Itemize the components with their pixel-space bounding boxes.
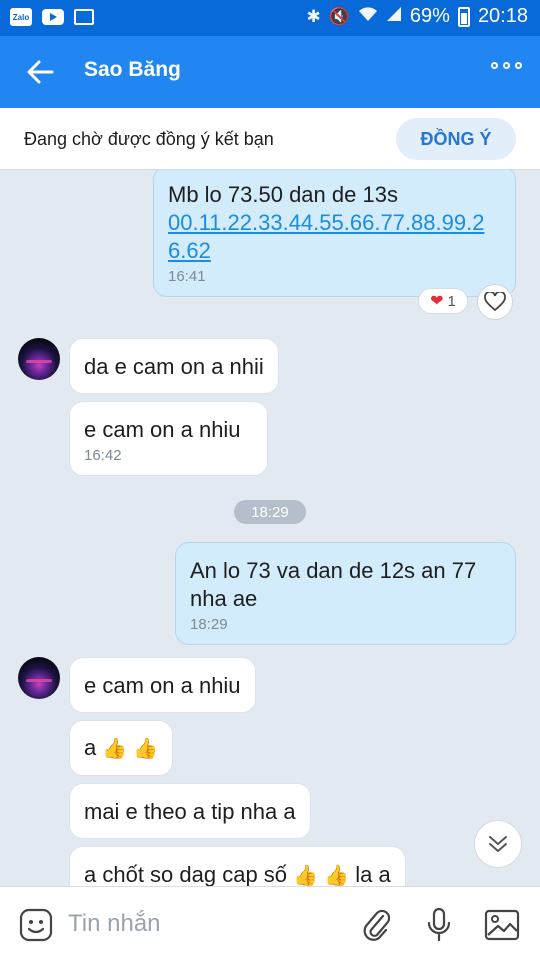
message-list[interactable]: Mb lo 73.50 dan de 13s 00.11.22.33.44.55… [0, 170, 540, 886]
attach-button[interactable] [356, 905, 396, 945]
message-text: e cam on a nhiu [84, 417, 241, 442]
thumbs-up-emoji: 👍 [102, 738, 128, 761]
microphone-icon [427, 907, 451, 942]
composer-bar [0, 886, 540, 960]
arrow-left-icon [27, 60, 54, 84]
sticker-button[interactable] [16, 905, 56, 945]
time-divider: 18:29 [234, 500, 306, 524]
battery-icon [457, 6, 470, 27]
message-link[interactable]: 00.11.22.33.44.55.66.77.88.99.26.62 [168, 209, 501, 265]
image-icon [484, 909, 520, 941]
status-bar: Zalo ✱ 🔇 69% 20:18 [0, 0, 540, 36]
zalo-app-icon: Zalo [10, 8, 32, 26]
heart-outline-icon [484, 292, 506, 312]
heart-icon: ❤ [430, 293, 444, 310]
chevron-double-down-icon [489, 836, 507, 852]
chat-header: Sao Băng [0, 36, 540, 108]
pending-status-text: Đang chờ được đồng ý kết bạn [24, 129, 274, 149]
incoming-message[interactable]: da e cam on a nhii [69, 338, 279, 394]
thumbs-up-emoji: 👍 [133, 738, 159, 761]
gallery-notification-icon [74, 9, 94, 25]
message-time: 18:29 [190, 616, 228, 633]
contact-name[interactable]: Sao Băng [84, 58, 181, 82]
message-text: la a [355, 862, 391, 886]
image-button[interactable] [482, 905, 522, 945]
react-button[interactable] [477, 284, 513, 320]
message-text: An lo 73 va dan de 12s an 77 nha ae [190, 558, 477, 611]
message-input[interactable] [68, 907, 338, 941]
friend-request-bar: Đang chờ được đồng ý kết bạn ĐỒNG Ý [0, 108, 540, 170]
thumbs-up-emoji: 👍 [324, 865, 350, 886]
bluetooth-icon: ✱ [306, 6, 321, 26]
incoming-message[interactable]: e cam on a nhiu [69, 657, 256, 713]
message-time: 16:41 [168, 268, 206, 285]
back-button[interactable] [20, 54, 60, 90]
accept-friend-button[interactable]: ĐỒNG Ý [396, 118, 516, 160]
thumbs-up-emoji: 👍 [293, 865, 319, 886]
wifi-icon [358, 6, 378, 27]
reaction-summary[interactable]: ❤ 1 [418, 288, 468, 314]
incoming-message[interactable]: mai e theo a tip nha a [69, 783, 311, 839]
message-text: mai e theo a tip nha a [84, 799, 296, 824]
incoming-message[interactable]: e cam on a nhiu 16:42 [69, 401, 268, 476]
youtube-icon [42, 9, 64, 25]
more-options-button[interactable] [491, 62, 522, 69]
more-horizontal-icon [491, 62, 498, 69]
sticker-icon [19, 908, 53, 942]
reaction-count: 1 [447, 292, 456, 310]
signal-icon [386, 6, 402, 27]
outgoing-message[interactable]: An lo 73 va dan de 12s an 77 nha ae 18:2… [175, 542, 516, 645]
paperclip-icon [363, 909, 391, 941]
avatar[interactable] [18, 338, 60, 380]
message-text: Mb lo 73.50 dan de 13s [168, 182, 398, 207]
incoming-message[interactable]: a chốt so dag cap số 👍 👍 la a [69, 846, 406, 886]
message-text: a chốt so dag cap số [84, 862, 288, 886]
message-text: da e cam on a nhii [84, 354, 264, 379]
incoming-message[interactable]: a 👍 👍 [69, 720, 174, 776]
message-text: a [84, 735, 97, 760]
clock: 20:18 [477, 5, 528, 27]
message-time: 16:42 [84, 447, 122, 464]
message-text: e cam on a nhiu [84, 673, 241, 698]
microphone-button[interactable] [419, 905, 459, 945]
battery-percent: 69% [409, 5, 450, 27]
outgoing-message[interactable]: Mb lo 73.50 dan de 13s 00.11.22.33.44.55… [153, 170, 516, 297]
mute-icon: 🔇 [328, 6, 350, 26]
scroll-to-bottom-button[interactable] [474, 820, 522, 868]
avatar[interactable] [18, 657, 60, 699]
